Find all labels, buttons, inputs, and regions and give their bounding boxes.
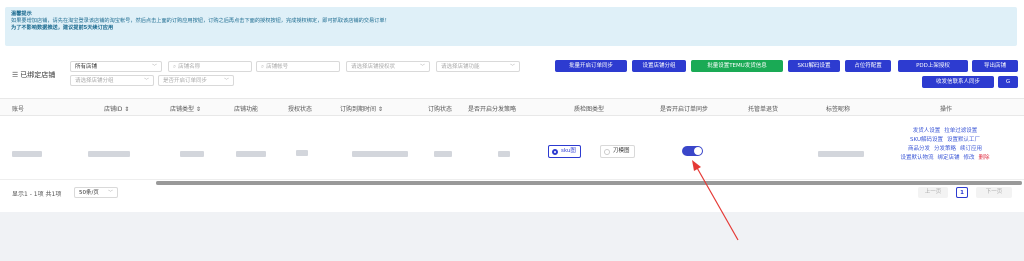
shop-group-select[interactable]: 请选择店铺分组 ﹀ xyxy=(70,75,154,86)
chevron-down-icon: ﹀ xyxy=(419,64,425,70)
radio-unselected-icon xyxy=(604,149,610,155)
notice-title: 温馨提示 xyxy=(11,11,32,17)
redacted-dispatch-strategy xyxy=(498,151,510,157)
page-size-select[interactable]: 50条/页 ﹀ xyxy=(74,187,118,198)
order-sync-select[interactable]: 是否开启订单同步 ﹀ xyxy=(158,75,234,86)
redacted-account xyxy=(12,151,42,157)
notice-line2: 为了不影响数据推送，建议提前5天续订应用 xyxy=(11,25,114,31)
col-order-status: 订购状态 xyxy=(428,106,453,113)
sender-contact-sync-button[interactable]: 收发信联系人同步 xyxy=(922,76,994,88)
horizontal-scrollbar-thumb[interactable] xyxy=(156,181,1022,185)
order-sync-toggle[interactable] xyxy=(682,146,703,156)
redacted-order-status xyxy=(434,151,452,157)
col-actions: 操作 xyxy=(940,106,953,113)
edit-link[interactable]: 修改 xyxy=(964,155,975,161)
batch-temu-button[interactable]: 批量设置TEMU发货信息 xyxy=(691,60,783,72)
redacted-shop-function xyxy=(236,151,266,157)
table-row xyxy=(0,116,1024,180)
product-dispatch-link[interactable]: 商品分发 xyxy=(908,146,930,152)
sku-decode-link[interactable]: SKU解码设置 xyxy=(910,137,943,143)
qc-knife-image-option[interactable]: 刀模图 xyxy=(600,145,635,158)
pdd-auth-button[interactable]: PDD上架授权 xyxy=(898,60,968,72)
qc-sku-image-option[interactable]: sku图 xyxy=(548,145,581,158)
pagination-summary: 显示1 - 1项 共1项 xyxy=(12,191,62,198)
set-shop-group-button[interactable]: 设置店铺分组 xyxy=(632,60,686,72)
chevron-down-icon: ﹀ xyxy=(223,78,229,84)
col-account: 账号 xyxy=(12,106,25,113)
col-qc-image-type: 质检图类型 xyxy=(574,106,605,113)
shop-name-input[interactable]: ⌕ 店铺名称 xyxy=(168,61,252,72)
sender-settings-link[interactable]: 发货人设置 xyxy=(913,128,941,134)
table-header: 账号 店铺ID ⇕ 店铺类型 ⇕ 店铺功能 授权状态 订购到期时间 ⇕ 订购状态… xyxy=(0,98,1024,116)
next-page-button[interactable]: 下一页 xyxy=(976,187,1012,198)
dispatch-strategy-link[interactable]: 分发策略 xyxy=(934,146,956,152)
redacted-shop-type xyxy=(180,151,204,157)
default-factory-link[interactable]: 设置默认工厂 xyxy=(947,137,980,143)
radio-selected-icon xyxy=(552,149,558,155)
redacted-tag-nickname xyxy=(818,151,864,157)
redacted-shop-id xyxy=(88,151,130,157)
pull-filter-settings-link[interactable]: 拉单过滤设置 xyxy=(944,128,977,134)
export-shops-button[interactable]: 导出店铺 xyxy=(972,60,1018,72)
default-logistics-link[interactable]: 设置默认物流 xyxy=(900,155,933,161)
col-dispatch-strategy: 是否开启分发策略 xyxy=(468,106,517,113)
list-icon: ☰ xyxy=(12,71,19,79)
col-managed-return: 托管单退货 xyxy=(748,106,779,113)
refresh-button[interactable]: G xyxy=(998,76,1018,88)
auth-status-select[interactable]: 请选择店铺授权状 ﹀ xyxy=(346,61,430,72)
shop-select[interactable]: 所有店铺 ﹀ xyxy=(70,61,162,72)
delete-link[interactable]: 删除 xyxy=(979,155,990,161)
page-1-button[interactable]: 1 xyxy=(956,187,968,198)
col-shop-type[interactable]: 店铺类型 ⇕ xyxy=(170,104,201,113)
shop-function-select[interactable]: 请选择店铺功能 ﹀ xyxy=(436,61,520,72)
search-icon: ⌕ xyxy=(261,64,265,70)
shop-account-input[interactable]: ⌕ 店铺帐号 xyxy=(256,61,340,72)
renew-app-link[interactable]: 续订应用 xyxy=(960,146,982,152)
chevron-down-icon: ﹀ xyxy=(107,190,113,196)
content-card: 温馨提示 如果要增加店铺，请先在淘宝登录该店铺的淘宝帐号，然后点击上面的订购应用… xyxy=(0,0,1024,212)
col-expire-time[interactable]: 订购到期时间 ⇕ xyxy=(340,104,383,113)
bind-shop-link[interactable]: 绑定店铺 xyxy=(937,155,959,161)
toggle-knob xyxy=(694,147,702,155)
search-icon: ⌕ xyxy=(173,64,177,70)
placeholder-config-button[interactable]: 占位符配置 xyxy=(845,60,891,72)
shop-management-page: 温馨提示 如果要增加店铺，请先在淘宝登录该店铺的淘宝帐号，然后点击上面的订购应用… xyxy=(0,0,1024,261)
col-shop-function: 店铺功能 xyxy=(234,106,259,113)
redacted-auth-status xyxy=(296,150,308,156)
chevron-down-icon: ﹀ xyxy=(151,64,157,70)
notice-banner: 温馨提示 如果要增加店铺，请先在淘宝登录该店铺的淘宝帐号，然后点击上面的订购应用… xyxy=(5,7,1017,46)
prev-page-button[interactable]: 上一页 xyxy=(918,187,948,198)
sku-decode-settings-button[interactable]: SKU解码设置 xyxy=(788,60,840,72)
redacted-expire-time xyxy=(352,151,408,157)
col-auth-status: 授权状态 xyxy=(288,106,313,113)
notice-line1: 如果要增加店铺，请先在淘宝登录该店铺的淘宝帐号，然后点击上面的订购应用按钮，订购… xyxy=(11,18,390,24)
batch-order-sync-button[interactable]: 批量开启订单同步 xyxy=(555,60,627,72)
col-tag-nickname: 标签昵称 xyxy=(826,106,851,113)
red-annotation-arrow xyxy=(692,160,739,241)
chevron-down-icon: ﹀ xyxy=(143,78,149,84)
col-shop-id[interactable]: 店铺ID ⇕ xyxy=(104,104,129,113)
chevron-down-icon: ﹀ xyxy=(509,64,515,70)
col-order-sync: 是否开启订单同步 xyxy=(660,106,709,113)
row-actions: 发货人设置 拉单过滤设置 SKU解码设置 设置默认工厂 商品分发 分发策略 续订应用 设… xyxy=(886,127,1004,163)
bound-shops-label: ☰ 已绑定店铺 xyxy=(12,71,56,79)
